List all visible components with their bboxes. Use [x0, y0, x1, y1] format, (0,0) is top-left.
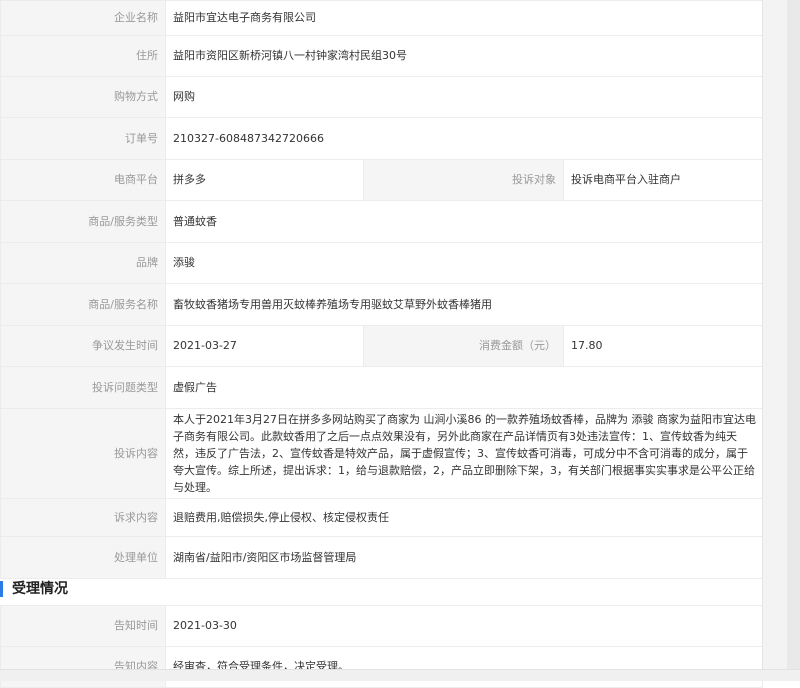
amount-label: 消费金额（元） [363, 325, 564, 367]
table-row: 争议发生时间 2021-03-27 消费金额（元） 17.80 [0, 325, 764, 367]
notice-content-value: 经审查，符合受理条件，决定受理。 [165, 646, 763, 688]
complaint-info-table: 企业名称 益阳市宜达电子商务有限公司 住所 益阳市资阳区新桥河镇八一村钟家湾村民… [0, 0, 764, 579]
table-row: 商品/服务类型 普通蚊香 [0, 200, 764, 243]
handler-label: 处理单位 [0, 536, 166, 579]
complaint-target-label: 投诉对象 [363, 159, 564, 201]
order-number-value: 210327-608487342720666 [164, 117, 764, 160]
issue-type-value: 虚假广告 [164, 366, 764, 409]
demands-value: 退赔费用,赔偿损失,停止侵权、核定侵权责任 [164, 498, 764, 537]
product-type-label: 商品/服务类型 [0, 200, 166, 243]
company-name-label: 企业名称 [0, 0, 166, 36]
table-row: 购物方式 网购 [0, 76, 764, 118]
handler-value: 湖南省/益阳市/资阳区市场监督管理局 [164, 536, 764, 579]
address-label: 住所 [0, 35, 166, 77]
complaint-detail-page: 企业名称 益阳市宜达电子商务有限公司 住所 益阳市资阳区新桥河镇八一村钟家湾村民… [0, 0, 764, 688]
complaint-content-value: 本人于2021年3月27日在拼多多网站购买了商家为 山涧小溪86 的一款养殖场蚊… [164, 408, 764, 499]
horizontal-scrollbar[interactable] [0, 669, 800, 681]
notice-time-label: 告知时间 [0, 605, 166, 647]
table-row: 电商平台 拼多多 投诉对象 投诉电商平台入驻商户 [0, 159, 764, 201]
platform-value: 拼多多 [165, 159, 364, 201]
table-row: 投诉内容 本人于2021年3月27日在拼多多网站购买了商家为 山涧小溪86 的一… [0, 408, 764, 499]
table-row: 处理单位 湖南省/益阳市/资阳区市场监督管理局 [0, 536, 764, 579]
brand-label: 品牌 [0, 242, 166, 284]
dispute-date-value: 2021-03-27 [165, 325, 364, 367]
shopping-method-value: 网购 [164, 76, 764, 118]
table-row: 订单号 210327-608487342720666 [0, 117, 764, 160]
table-row: 住所 益阳市资阳区新桥河镇八一村钟家湾村民组30号 [0, 35, 764, 77]
table-row: 告知时间 2021-03-30 [0, 605, 763, 647]
product-name-value: 畜牧蚊香猪场专用兽用灭蚊棒养殖场专用驱蚊艾草野外蚊香棒猪用 [164, 283, 764, 326]
table-row: 商品/服务名称 畜牧蚊香猪场专用兽用灭蚊棒养殖场专用驱蚊艾草野外蚊香棒猪用 [0, 283, 764, 326]
vertical-scrollbar[interactable] [787, 0, 800, 672]
table-row: 告知内容 经审查，符合受理条件，决定受理。 [0, 646, 763, 688]
complaint-target-value: 投诉电商平台入驻商户 [562, 159, 764, 201]
brand-value: 添骏 [164, 242, 764, 284]
notice-content-label: 告知内容 [0, 646, 166, 688]
product-name-label: 商品/服务名称 [0, 283, 166, 326]
table-row: 企业名称 益阳市宜达电子商务有限公司 [0, 0, 764, 36]
order-number-label: 订单号 [0, 117, 166, 160]
demands-label: 诉求内容 [0, 498, 166, 537]
notice-time-value: 2021-03-30 [165, 605, 763, 647]
table-row: 诉求内容 退赔费用,赔偿损失,停止侵权、核定侵权责任 [0, 498, 764, 537]
acceptance-section-title: 受理情况 [0, 578, 300, 600]
company-name-value: 益阳市宜达电子商务有限公司 [164, 0, 764, 36]
table-row: 投诉问题类型 虚假广告 [0, 366, 764, 409]
product-type-value: 普通蚊香 [164, 200, 764, 243]
table-row: 品牌 添骏 [0, 242, 764, 284]
amount-value: 17.80 [562, 325, 764, 367]
platform-label: 电商平台 [0, 159, 166, 201]
issue-type-label: 投诉问题类型 [0, 366, 166, 409]
complaint-content-label: 投诉内容 [0, 408, 166, 499]
shopping-method-label: 购物方式 [0, 76, 166, 118]
address-value: 益阳市资阳区新桥河镇八一村钟家湾村民组30号 [164, 35, 764, 77]
dispute-date-label: 争议发生时间 [0, 325, 166, 367]
